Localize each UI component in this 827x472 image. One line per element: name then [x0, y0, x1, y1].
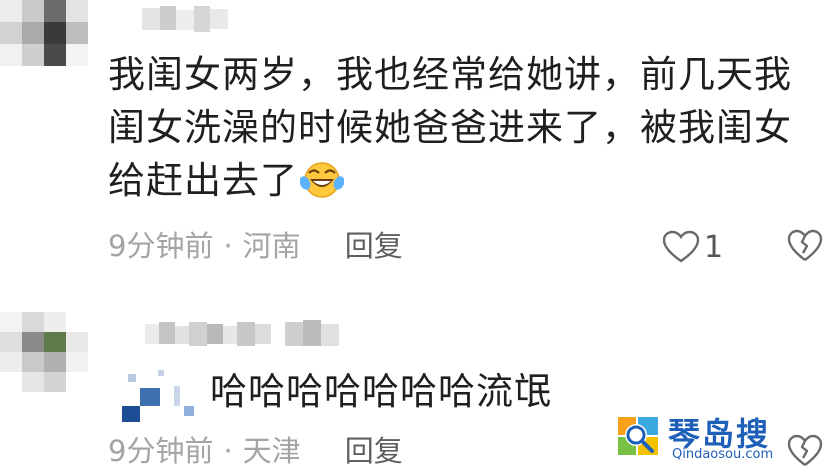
qindaosou-logo-icon [612, 411, 664, 461]
laughing-tears-emoji-icon [300, 162, 344, 198]
reply-button[interactable]: 回复 [345, 229, 403, 263]
comment-location: 天津 [242, 434, 301, 468]
reply-button[interactable]: 回复 [345, 434, 403, 468]
comment-time: 9分钟前 [108, 434, 214, 468]
separator-dot: · [223, 229, 233, 263]
comment-time: 9分钟前 [108, 229, 214, 263]
comment-meta: 9分钟前 · 天津 回复 [108, 433, 403, 469]
comment-meta: 9分钟前 · 河南 回复 [108, 228, 403, 264]
avatar[interactable] [0, 312, 100, 394]
comment-thread: 我闺女两岁，我也经常给她讲，前几天我闺女洗澡的时候她爸爸进来了，被我闺女给赶出去… [0, 0, 827, 472]
username[interactable] [142, 6, 232, 32]
comment-location: 河南 [242, 229, 301, 263]
like-count: 1 [704, 229, 724, 265]
username[interactable] [145, 320, 365, 348]
comment-text: 哈哈哈哈哈哈哈流氓 [210, 370, 552, 413]
heart-outline-icon [662, 230, 700, 263]
like-button[interactable]: 1 [662, 227, 723, 267]
comment-body: 我闺女两岁，我也经常给她讲，前几天我闺女洗澡的时候她爸爸进来了，被我闺女给赶出去… [108, 53, 792, 202]
avatar[interactable] [0, 0, 100, 80]
watermark-logo: 琴岛搜 Qindaosou.com [612, 411, 812, 463]
watermark-url: Qindaosou.com [672, 447, 774, 462]
emoji-mosaic [118, 368, 198, 424]
separator-dot: · [223, 434, 233, 468]
comment-text: 我闺女两岁，我也经常给她讲，前几天我闺女洗澡的时候她爸爸进来了，被我闺女给赶出去… [108, 48, 808, 207]
broken-heart-icon[interactable] [787, 229, 823, 263]
